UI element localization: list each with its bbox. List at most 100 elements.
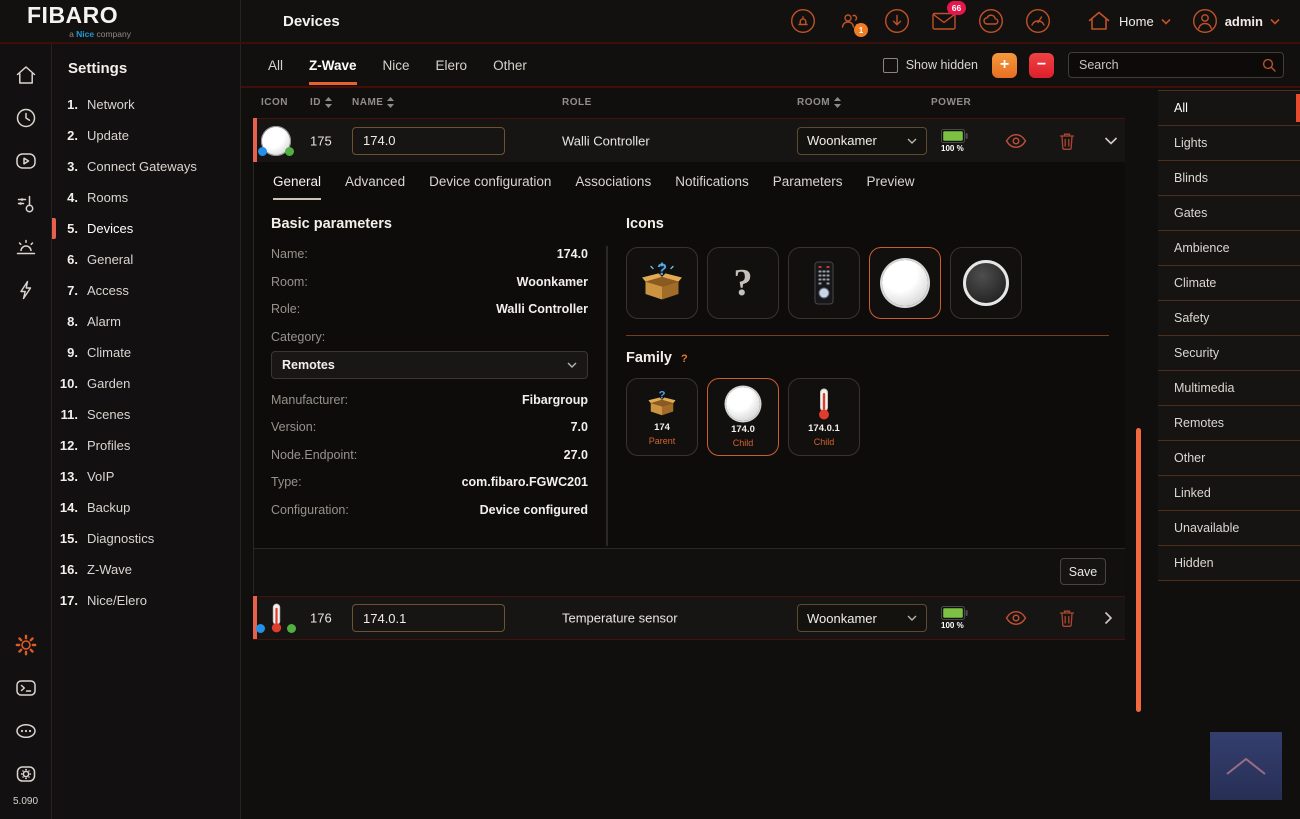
sidebar-item-scenes[interactable]: 11.Scenes <box>52 399 240 430</box>
detail-tab-associations[interactable]: Associations <box>575 174 651 200</box>
sidebar-item-access[interactable]: 7.Access <box>52 275 240 306</box>
sidebar-item-garden[interactable]: 10.Garden <box>52 368 240 399</box>
download-icon[interactable] <box>884 8 910 34</box>
detail-tab-advanced[interactable]: Advanced <box>345 174 405 200</box>
category-item-climate[interactable]: Climate <box>1158 266 1300 301</box>
main-area: All Z-Wave Nice Elero Other Show hidden … <box>241 44 1300 819</box>
scroll-to-top-button[interactable] <box>1210 732 1282 800</box>
detail-tabs: General Advanced Device configuration As… <box>254 162 1125 200</box>
user-menu[interactable]: admin <box>1192 8 1280 34</box>
category-item-safety[interactable]: Safety <box>1158 301 1300 336</box>
visibility-eye-icon[interactable] <box>1005 611 1027 626</box>
room-select[interactable]: Woonkamer <box>797 127 927 155</box>
sidebar-item-zwave[interactable]: 16.Z-Wave <box>52 554 240 585</box>
sidebar-item-backup[interactable]: 14.Backup <box>52 492 240 523</box>
battery-indicator: 100 % <box>941 129 968 153</box>
dark-button-icon[interactable] <box>950 247 1022 319</box>
sidebar-item-nice-elero[interactable]: 17.Nice/Elero <box>52 585 240 616</box>
family-item-parent[interactable]: ? 174 Parent <box>626 378 698 456</box>
room-select[interactable]: Woonkamer <box>797 604 927 632</box>
device-name-input[interactable] <box>352 127 505 155</box>
thermometer-icon <box>817 388 831 420</box>
basic-parameters-section: Basic parameters Name:174.0 Room:Woonkam… <box>271 216 588 530</box>
add-device-button[interactable]: + <box>992 53 1017 78</box>
history-icon[interactable] <box>14 106 38 130</box>
show-hidden-checkbox[interactable] <box>883 58 898 73</box>
sidebar-item-alarm[interactable]: 8.Alarm <box>52 306 240 337</box>
category-item-security[interactable]: Security <box>1158 336 1300 371</box>
delete-trash-icon[interactable] <box>1059 609 1075 627</box>
device-name-input[interactable] <box>352 604 505 632</box>
category-item-gates[interactable]: Gates <box>1158 196 1300 231</box>
category-item-all[interactable]: All <box>1158 91 1300 126</box>
detail-tab-parameters[interactable]: Parameters <box>773 174 843 200</box>
category-item-unavailable[interactable]: Unavailable <box>1158 511 1300 546</box>
sidebar-item-update[interactable]: 2.Update <box>52 120 240 151</box>
detail-tab-preview[interactable]: Preview <box>867 174 915 200</box>
network-icon[interactable] <box>14 719 38 743</box>
home-selector[interactable]: Home <box>1086 8 1171 34</box>
white-button-icon[interactable] <box>869 247 941 319</box>
sidebar-item-devices[interactable]: 5.Devices <box>52 213 240 244</box>
category-item-multimedia[interactable]: Multimedia <box>1158 371 1300 406</box>
col-name[interactable]: NAME <box>352 97 394 108</box>
remove-device-button[interactable]: − <box>1029 53 1054 78</box>
delete-trash-icon[interactable] <box>1059 132 1075 150</box>
category-item-lights[interactable]: Lights <box>1158 126 1300 161</box>
sidebar-item-general[interactable]: 6.General <box>52 244 240 275</box>
sidebar-item-connect-gateways[interactable]: 3.Connect Gateways <box>52 151 240 182</box>
sidebar-item-rooms[interactable]: 4.Rooms <box>52 182 240 213</box>
category-item-other[interactable]: Other <box>1158 441 1300 476</box>
box-question-icon[interactable]: ? <box>626 247 698 319</box>
sidebar-item-diagnostics[interactable]: 15.Diagnostics <box>52 523 240 554</box>
sidebar-item-voip[interactable]: 13.VoIP <box>52 461 240 492</box>
energy-icon[interactable] <box>14 278 38 302</box>
tab-other[interactable]: Other <box>493 44 527 86</box>
gauge-icon[interactable] <box>1025 8 1051 34</box>
home-icon[interactable] <box>14 63 38 87</box>
users-icon[interactable]: 1 <box>837 8 863 34</box>
sidebar-item-network[interactable]: 1.Network <box>52 89 240 120</box>
category-item-blinds[interactable]: Blinds <box>1158 161 1300 196</box>
sidebar-item-climate[interactable]: 9.Climate <box>52 337 240 368</box>
mail-icon[interactable]: 66 <box>931 8 957 34</box>
col-id[interactable]: ID <box>310 97 332 108</box>
scrollbar-thumb[interactable] <box>1136 428 1141 712</box>
family-item-child-174-0-1[interactable]: 174.0.1 Child <box>788 378 860 456</box>
remote-icon[interactable] <box>788 247 860 319</box>
category-item-ambience[interactable]: Ambience <box>1158 231 1300 266</box>
settings-title: Settings <box>52 60 240 77</box>
collapse-chevron-icon[interactable] <box>1104 136 1118 145</box>
question-mark-icon[interactable]: ? <box>707 247 779 319</box>
category-item-hidden[interactable]: Hidden <box>1158 546 1300 581</box>
section-title: Basic parameters <box>271 216 588 232</box>
detail-tab-notifications[interactable]: Notifications <box>675 174 749 200</box>
detail-tab-general[interactable]: General <box>273 174 321 200</box>
category-select[interactable]: Remotes <box>271 351 588 379</box>
visibility-eye-icon[interactable] <box>1005 133 1027 148</box>
tab-zwave[interactable]: Z-Wave <box>309 44 357 86</box>
search-input[interactable] <box>1068 52 1284 78</box>
expand-chevron-icon[interactable] <box>1104 611 1113 625</box>
terminal-icon[interactable] <box>14 676 38 700</box>
family-item-child-174-0[interactable]: 174.0 Child <box>707 378 779 456</box>
save-button[interactable]: Save <box>1060 558 1106 585</box>
weather-icon[interactable] <box>978 8 1004 34</box>
climate-icon[interactable] <box>14 192 38 216</box>
alarm-icon[interactable] <box>790 8 816 34</box>
category-item-remotes[interactable]: Remotes <box>1158 406 1300 441</box>
tab-nice[interactable]: Nice <box>383 44 410 86</box>
gear-icon[interactable] <box>14 633 38 657</box>
alarm-siren-icon[interactable] <box>14 235 38 259</box>
sidebar-item-profiles[interactable]: 12.Profiles <box>52 430 240 461</box>
detail-tab-device-configuration[interactable]: Device configuration <box>429 174 551 200</box>
scenes-icon[interactable] <box>14 149 38 173</box>
category-item-linked[interactable]: Linked <box>1158 476 1300 511</box>
svg-text:?: ? <box>659 389 666 401</box>
col-room[interactable]: ROOM <box>797 97 841 108</box>
tab-elero[interactable]: Elero <box>436 44 468 86</box>
tab-all[interactable]: All <box>268 44 283 86</box>
hub-icon[interactable] <box>14 762 38 786</box>
help-icon[interactable]: ? <box>681 353 688 365</box>
device-table: ICON ID NAME ROLE ROOM POWER 175 Walli C… <box>241 88 1158 640</box>
